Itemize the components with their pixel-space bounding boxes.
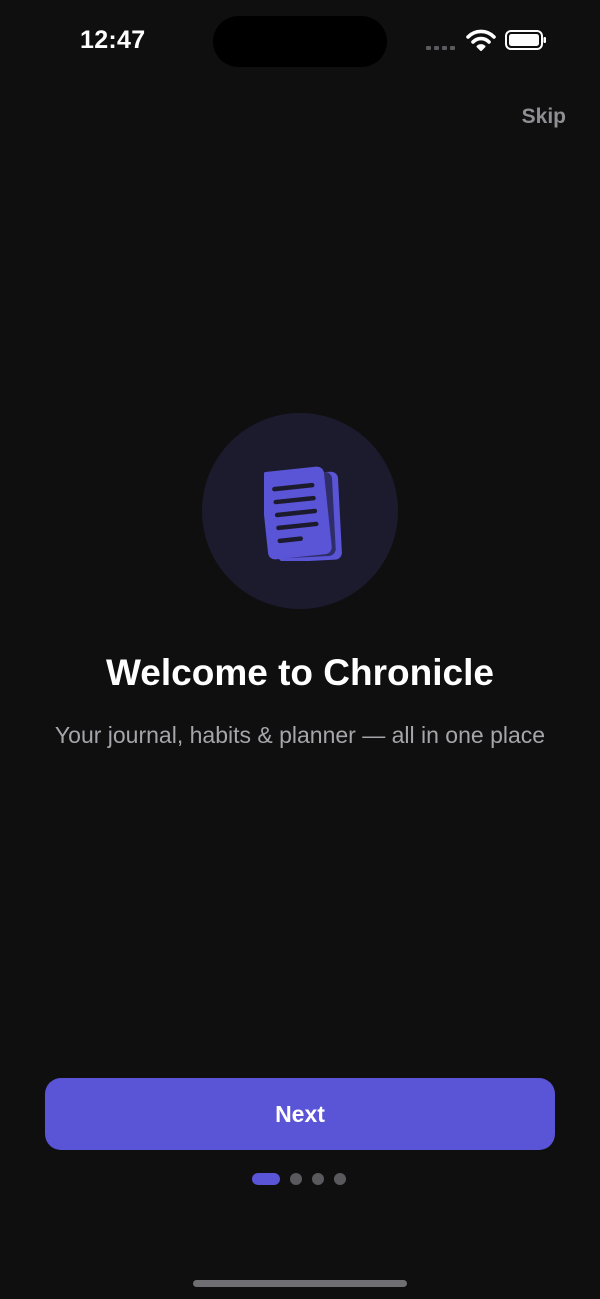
dynamic-island: [213, 16, 387, 67]
document-stack-icon: [264, 466, 342, 561]
page-dot-4[interactable]: [334, 1173, 346, 1185]
page-dot-3[interactable]: [312, 1173, 324, 1185]
next-button-label: Next: [275, 1100, 325, 1127]
next-button[interactable]: Next: [45, 1078, 555, 1150]
hero-icon-container: [202, 413, 398, 609]
home-indicator[interactable]: [193, 1280, 407, 1287]
page-indicator: [252, 1173, 346, 1185]
page-dot-2[interactable]: [290, 1173, 302, 1185]
onboarding-screen: 12:47 Skip Welcome to Chronicle Your jou…: [0, 0, 600, 1299]
page-dot-1[interactable]: [252, 1173, 280, 1185]
battery-icon: [505, 30, 546, 50]
status-time: 12:47: [80, 26, 146, 54]
welcome-subtitle: Your journal, habits & planner — all in …: [54, 722, 546, 748]
wifi-icon: [466, 29, 496, 51]
skip-button[interactable]: Skip: [522, 105, 566, 129]
cellular-signal-icon: [426, 44, 456, 50]
welcome-title: Welcome to Chronicle: [106, 652, 494, 693]
